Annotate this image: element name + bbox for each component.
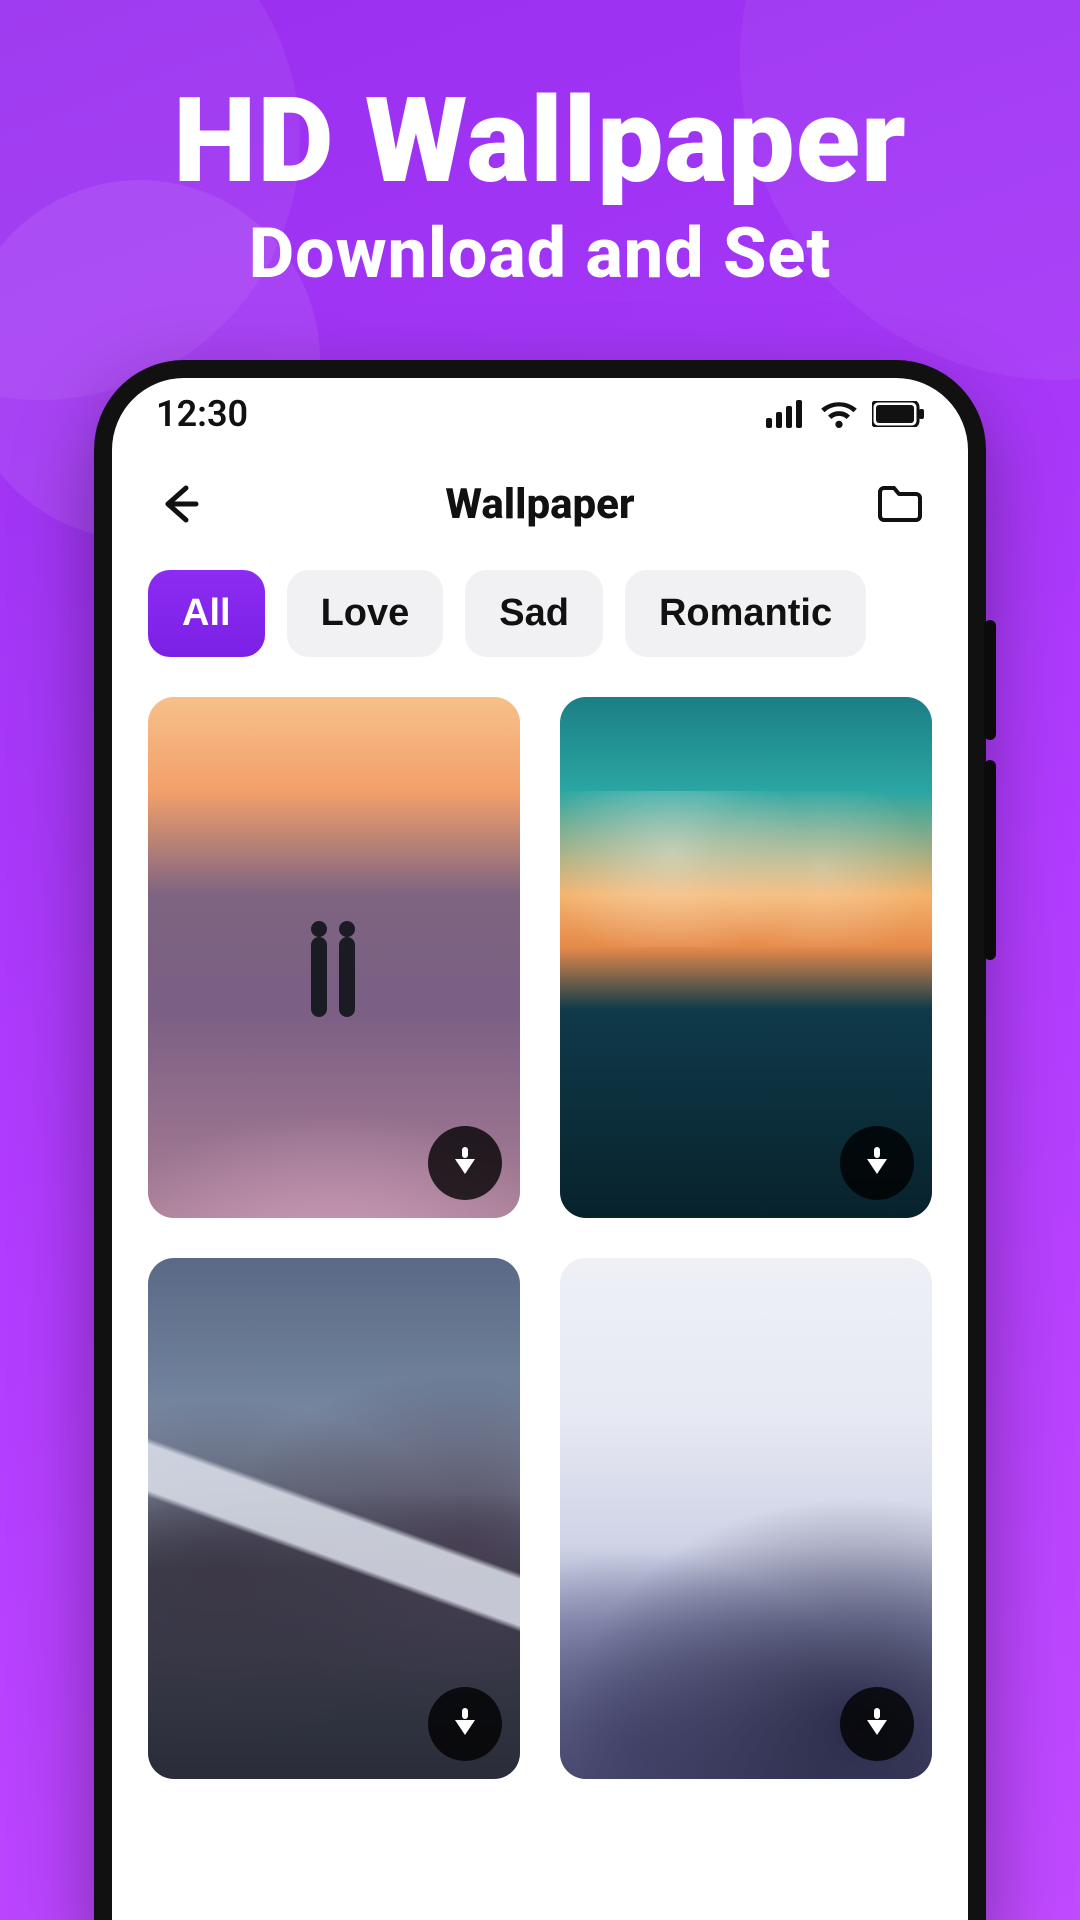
chip-love[interactable]: Love	[287, 570, 444, 657]
back-button[interactable]	[148, 472, 212, 536]
phone-screen: 12:30 Wallpaper	[112, 378, 968, 1920]
chip-label: Love	[321, 592, 410, 634]
download-icon	[448, 1146, 482, 1180]
download-button[interactable]	[840, 1687, 914, 1761]
wallpaper-card[interactable]	[560, 697, 932, 1218]
phone-frame: 12:30 Wallpaper	[94, 360, 986, 1920]
folder-button[interactable]	[868, 472, 932, 536]
download-icon	[860, 1707, 894, 1741]
status-bar: 12:30	[112, 378, 968, 450]
phone-side-button	[984, 760, 996, 960]
promo-subtitle: Download and Set	[0, 212, 1080, 296]
app-header: Wallpaper	[112, 450, 968, 546]
download-icon	[860, 1146, 894, 1180]
promo-backdrop: HD Wallpaper Download and Set 12:30	[0, 0, 1080, 1920]
wallpaper-card[interactable]	[148, 1258, 520, 1779]
wallpaper-card[interactable]	[148, 697, 520, 1218]
page-title: Wallpaper	[445, 480, 634, 529]
promo-heading: HD Wallpaper Download and Set	[0, 0, 1080, 296]
download-icon	[448, 1707, 482, 1741]
promo-title: HD Wallpaper	[0, 80, 1080, 204]
category-chips: All Love Sad Romantic	[112, 546, 968, 667]
status-time: 12:30	[156, 393, 248, 435]
chip-sad[interactable]: Sad	[465, 570, 603, 657]
folder-icon	[876, 484, 924, 524]
download-button[interactable]	[428, 1126, 502, 1200]
download-button[interactable]	[428, 1687, 502, 1761]
download-button[interactable]	[840, 1126, 914, 1200]
chip-romantic[interactable]: Romantic	[625, 570, 866, 657]
chip-label: Sad	[499, 592, 569, 634]
chip-label: Romantic	[659, 592, 832, 634]
wallpaper-card[interactable]	[560, 1258, 932, 1779]
cellular-icon	[766, 400, 806, 428]
chip-all[interactable]: All	[148, 570, 265, 657]
chip-label: All	[182, 592, 231, 634]
battery-icon	[872, 401, 924, 427]
wifi-icon	[820, 400, 858, 428]
wallpaper-grid[interactable]	[112, 667, 968, 1779]
arrow-left-icon	[158, 482, 202, 526]
status-icons	[766, 400, 924, 428]
phone-side-button	[984, 620, 996, 740]
